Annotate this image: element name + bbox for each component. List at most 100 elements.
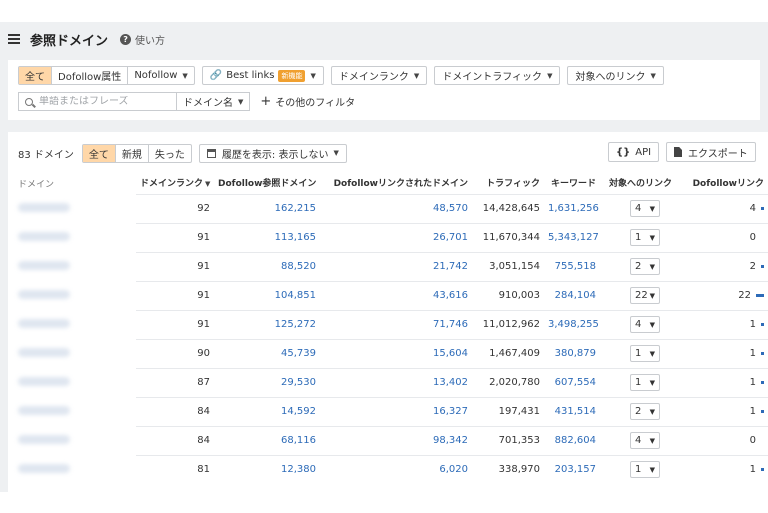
col-keywords[interactable]: キーワード: [544, 172, 600, 194]
links-dropdown[interactable]: 4 ▼: [630, 200, 660, 217]
domain-cell[interactable]: [8, 426, 136, 455]
menu-icon[interactable]: [8, 34, 20, 44]
col-dofollow-linked-domains[interactable]: Dofollowリンクされたドメイン: [320, 172, 472, 194]
links-to-target-cell: 4 ▼: [600, 425, 676, 455]
tab-nofollow-dropdown[interactable]: Nofollow ▼: [128, 67, 193, 84]
tab-all[interactable]: 全て: [19, 67, 52, 84]
keywords-cell[interactable]: 755,518: [544, 251, 600, 281]
col-links-to-target[interactable]: 対象へのリンク: [600, 172, 676, 194]
col-domain[interactable]: ドメイン: [8, 172, 136, 194]
tab-dofollow[interactable]: Dofollow属性: [52, 67, 129, 84]
domain-cell[interactable]: [8, 339, 136, 368]
dofollow-links-cell: 22: [676, 280, 768, 310]
linked-domains-cell[interactable]: 98,342: [320, 425, 472, 455]
keywords-cell[interactable]: 882,604: [544, 425, 600, 455]
ref-domains-cell[interactable]: 45,739: [214, 338, 320, 368]
ref-domains-cell[interactable]: 88,520: [214, 251, 320, 281]
domain-rank-filter[interactable]: ドメインランク ▼: [330, 66, 428, 85]
linked-domains-cell[interactable]: 71,746: [320, 309, 472, 339]
chevron-down-icon: ▼: [649, 349, 655, 358]
keywords-cell[interactable]: 607,554: [544, 367, 600, 397]
domain-cell[interactable]: [8, 310, 136, 339]
best-links-filter[interactable]: 🔗 Best links 新機能 ▼: [201, 66, 324, 85]
table-row: 91 113,165 26,701 11,670,344 5,343,127 1 ▼ 0: [8, 222, 768, 252]
traffic-cell: 14,428,645: [472, 193, 544, 223]
domain-cell[interactable]: [8, 455, 136, 484]
search-input[interactable]: [39, 96, 169, 107]
linked-domains-cell[interactable]: 48,570: [320, 193, 472, 223]
links-to-target-cell: 4 ▼: [600, 193, 676, 223]
linked-domains-cell[interactable]: 43,616: [320, 280, 472, 310]
linked-domains-cell[interactable]: 21,742: [320, 251, 472, 281]
links-dropdown[interactable]: 2 ▼: [630, 258, 660, 275]
links-dropdown[interactable]: 2 ▼: [630, 403, 660, 420]
dofollow-links-cell: 4: [676, 193, 768, 223]
domain-cell[interactable]: [8, 252, 136, 281]
keywords-cell[interactable]: 203,157: [544, 454, 600, 484]
keywords-cell[interactable]: 1,631,256: [544, 193, 600, 223]
keywords-cell[interactable]: 5,343,127: [544, 222, 600, 252]
keywords-cell[interactable]: 380,879: [544, 338, 600, 368]
domain-rank-cell: 92: [136, 193, 214, 223]
tab-status-new[interactable]: 新規: [116, 144, 149, 162]
links-dropdown[interactable]: 1 ▼: [630, 345, 660, 362]
tab-status-all[interactable]: 全て: [82, 144, 116, 162]
links-dropdown[interactable]: 4 ▼: [630, 316, 660, 333]
ref-domains-cell[interactable]: 12,380: [214, 454, 320, 484]
blurred-domain: [18, 405, 70, 415]
links-dropdown[interactable]: 1 ▼: [630, 461, 660, 479]
col-traffic[interactable]: トラフィック: [472, 172, 544, 194]
table-row: 84 14,592 16,327 197,431 431,514 2 ▼ 1: [8, 396, 768, 426]
domain-cell[interactable]: [8, 194, 136, 223]
chevron-down-icon: ▼: [649, 204, 655, 213]
dofollow-links-cell: 1: [676, 396, 768, 426]
chevron-down-icon: ▼: [333, 149, 339, 157]
dofollow-links-cell: 0: [676, 222, 768, 252]
domain-rank-cell: 91: [136, 309, 214, 339]
links-dropdown[interactable]: 1 ▼: [630, 229, 660, 246]
links-dropdown[interactable]: 22 ▼: [630, 287, 660, 304]
other-filters-button[interactable]: + その他のフィルタ: [260, 94, 355, 109]
links-dropdown[interactable]: 1 ▼: [630, 374, 660, 391]
col-domain-rank[interactable]: ドメインランク ▼: [136, 172, 214, 194]
dofollow-links-cell: 1: [676, 309, 768, 339]
chevron-down-icon: ▼: [649, 465, 655, 474]
history-dropdown[interactable]: 履歴を表示: 表示しない ▼: [198, 143, 347, 163]
ref-domains-cell[interactable]: 162,215: [214, 193, 320, 223]
keywords-cell[interactable]: 3,498,255: [544, 309, 600, 339]
ref-domains-cell[interactable]: 125,272: [214, 309, 320, 339]
linked-domains-cell[interactable]: 16,327: [320, 396, 472, 426]
linked-domains-cell[interactable]: 26,701: [320, 222, 472, 252]
referring-domains-table: ドメイン ドメインランク ▼ Dofollow参照ドメイン Dofollowリンク…: [8, 172, 768, 484]
target-links-filter[interactable]: 対象へのリンク ▼: [567, 66, 664, 85]
chevron-down-icon: ▼: [547, 71, 553, 80]
linked-domains-cell[interactable]: 6,020: [320, 454, 472, 484]
domain-cell[interactable]: [8, 223, 136, 252]
links-dropdown[interactable]: 4 ▼: [630, 432, 660, 449]
domain-count: 83 ドメイン: [18, 149, 74, 161]
ref-domains-cell[interactable]: 14,592: [214, 396, 320, 426]
export-button[interactable]: エクスポート: [666, 142, 756, 162]
domain-traffic-filter[interactable]: ドメイントラフィック ▼: [434, 66, 561, 85]
search-scope-select[interactable]: ドメイン名 ▼: [176, 92, 251, 111]
blurred-domain: [18, 202, 70, 212]
domain-rank-cell: 91: [136, 222, 214, 252]
ref-domains-cell[interactable]: 113,165: [214, 222, 320, 252]
col-dofollow-ref-domains[interactable]: Dofollow参照ドメイン: [214, 172, 320, 194]
keywords-cell[interactable]: 284,104: [544, 280, 600, 310]
domain-cell[interactable]: [8, 368, 136, 397]
ref-domains-cell[interactable]: 104,851: [214, 280, 320, 310]
table-row: 92 162,215 48,570 14,428,645 1,631,256 4 ▼ 4: [8, 193, 768, 223]
linked-domains-cell[interactable]: 15,604: [320, 338, 472, 368]
keywords-cell[interactable]: 431,514: [544, 396, 600, 426]
filter-panel: 全て Dofollow属性 Nofollow ▼ 🔗 Best links 新機能…: [8, 60, 760, 120]
tab-status-lost[interactable]: 失った: [149, 145, 191, 162]
linked-domains-cell[interactable]: 13,402: [320, 367, 472, 397]
domain-cell[interactable]: [8, 397, 136, 426]
domain-cell[interactable]: [8, 281, 136, 310]
help-link[interactable]: ? 使い方: [120, 32, 165, 47]
api-button[interactable]: {} API: [608, 142, 660, 162]
ref-domains-cell[interactable]: 68,116: [214, 425, 320, 455]
ref-domains-cell[interactable]: 29,530: [214, 367, 320, 397]
col-dofollow-links[interactable]: Dofollowリンク: [676, 172, 768, 194]
